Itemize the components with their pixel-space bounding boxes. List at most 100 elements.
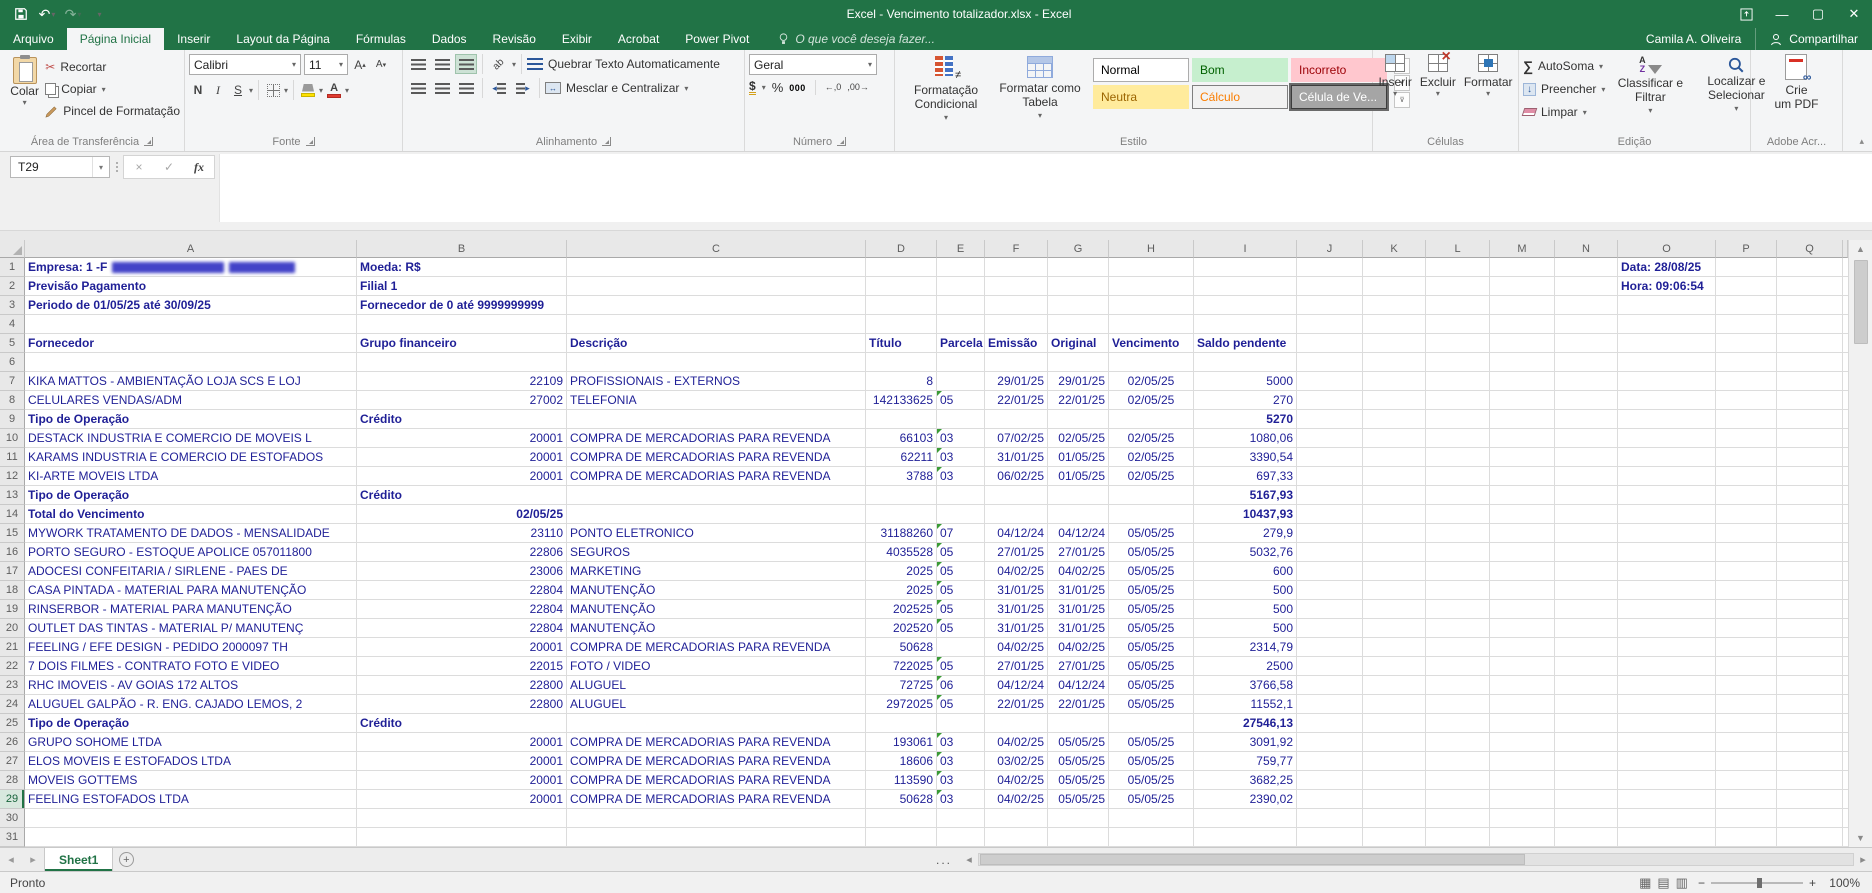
close-icon[interactable]: ✕ <box>1836 0 1872 28</box>
cell-L11[interactable] <box>1426 448 1490 467</box>
cell-A25[interactable]: Tipo de Operação <box>25 714 357 733</box>
cell-L26[interactable] <box>1426 733 1490 752</box>
cell-D4[interactable] <box>866 315 937 334</box>
cell-M18[interactable] <box>1490 581 1555 600</box>
cell-K30[interactable] <box>1363 809 1426 828</box>
cell-E12[interactable]: 03 <box>937 467 985 486</box>
horizontal-scrollbar-thumb[interactable] <box>980 854 1525 865</box>
cell-E11[interactable]: 03 <box>937 448 985 467</box>
cell-C4[interactable] <box>567 315 866 334</box>
cell-O4[interactable] <box>1618 315 1716 334</box>
cell-F11[interactable]: 31/01/25 <box>985 448 1048 467</box>
cell-C25[interactable] <box>567 714 866 733</box>
cell-O20[interactable] <box>1618 619 1716 638</box>
cell-Q15[interactable] <box>1777 524 1843 543</box>
cell-A10[interactable]: DESTACK INDUSTRIA E COMERCIO DE MOVEIS L <box>25 429 357 448</box>
cell-N5[interactable] <box>1555 334 1618 353</box>
cell-J14[interactable] <box>1297 505 1363 524</box>
cell-P31[interactable] <box>1716 828 1777 847</box>
cell-I16[interactable]: 5032,76 <box>1194 543 1297 562</box>
cell-E29[interactable]: 03 <box>937 790 985 809</box>
number-dialog-launcher-icon[interactable] <box>837 137 846 146</box>
cell-C6[interactable] <box>567 353 866 372</box>
cell-O22[interactable] <box>1618 657 1716 676</box>
cell-D11[interactable]: 62211 <box>866 448 937 467</box>
cell-L20[interactable] <box>1426 619 1490 638</box>
cell-F25[interactable] <box>985 714 1048 733</box>
cell-C27[interactable]: COMPRA DE MERCADORIAS PARA REVENDA <box>567 752 866 771</box>
row-header-19[interactable]: 19 <box>0 600 25 619</box>
row-header-1[interactable]: 1 <box>0 258 25 277</box>
cell-H29[interactable]: 05/05/25 <box>1109 790 1194 809</box>
cell-F5[interactable]: Emissão <box>985 334 1048 353</box>
row-header-16[interactable]: 16 <box>0 543 25 562</box>
scroll-left-icon[interactable]: ◂ <box>960 853 978 866</box>
cell-F10[interactable]: 07/02/25 <box>985 429 1048 448</box>
row-header-31[interactable]: 31 <box>0 828 25 847</box>
cell-Q13[interactable] <box>1777 486 1843 505</box>
cell-O29[interactable] <box>1618 790 1716 809</box>
cell-D26[interactable]: 193061 <box>866 733 937 752</box>
cell-E21[interactable] <box>937 638 985 657</box>
cell-K3[interactable] <box>1363 296 1426 315</box>
cell-E22[interactable]: 05 <box>937 657 985 676</box>
cell-G16[interactable]: 27/01/25 <box>1048 543 1109 562</box>
cell-P5[interactable] <box>1716 334 1777 353</box>
cell-C23[interactable]: ALUGUEL <box>567 676 866 695</box>
cell-P12[interactable] <box>1716 467 1777 486</box>
cell-L27[interactable] <box>1426 752 1490 771</box>
cell-N20[interactable] <box>1555 619 1618 638</box>
cell-K11[interactable] <box>1363 448 1426 467</box>
zoom-in-icon[interactable]: + <box>1809 876 1816 890</box>
cell-G27[interactable]: 05/05/25 <box>1048 752 1109 771</box>
cell-O18[interactable] <box>1618 581 1716 600</box>
cell-O12[interactable] <box>1618 467 1716 486</box>
enter-icon[interactable]: ✓ <box>154 160 184 174</box>
cell-J23[interactable] <box>1297 676 1363 695</box>
cell-N19[interactable] <box>1555 600 1618 619</box>
cell-D29[interactable]: 50628 <box>866 790 937 809</box>
autosum-button[interactable]: ∑AutoSoma▾ <box>1523 56 1605 76</box>
cell-F31[interactable] <box>985 828 1048 847</box>
cell-B14[interactable]: 02/05/25 <box>357 505 567 524</box>
cell-O10[interactable] <box>1618 429 1716 448</box>
cell-O11[interactable] <box>1618 448 1716 467</box>
cell-I3[interactable] <box>1194 296 1297 315</box>
cell-M28[interactable] <box>1490 771 1555 790</box>
cell-E6[interactable] <box>937 353 985 372</box>
cell-O17[interactable] <box>1618 562 1716 581</box>
format-painter-button[interactable]: Pincel de Formatação <box>45 101 180 121</box>
cell-O27[interactable] <box>1618 752 1716 771</box>
cell-O6[interactable] <box>1618 353 1716 372</box>
cell-E10[interactable]: 03 <box>937 429 985 448</box>
cell-D2[interactable] <box>866 277 937 296</box>
cell-D9[interactable] <box>866 410 937 429</box>
cell-L4[interactable] <box>1426 315 1490 334</box>
cell-D6[interactable] <box>866 353 937 372</box>
cell-G26[interactable]: 05/05/25 <box>1048 733 1109 752</box>
scroll-right-icon[interactable]: ▸ <box>1854 853 1872 866</box>
cell-N21[interactable] <box>1555 638 1618 657</box>
cell-H17[interactable]: 05/05/25 <box>1109 562 1194 581</box>
cell-N11[interactable] <box>1555 448 1618 467</box>
cell-K5[interactable] <box>1363 334 1426 353</box>
cell-B5[interactable]: Grupo financeiro <box>357 334 567 353</box>
cell-M26[interactable] <box>1490 733 1555 752</box>
cell-I19[interactable]: 500 <box>1194 600 1297 619</box>
cell-E26[interactable]: 03 <box>937 733 985 752</box>
view-page-break-icon[interactable]: ▥ <box>1676 875 1688 891</box>
cell-L6[interactable] <box>1426 353 1490 372</box>
tab-exibir[interactable]: Exibir <box>549 28 605 50</box>
cell-D7[interactable]: 8 <box>866 372 937 391</box>
decrease-indent-icon[interactable]: ◂ <box>488 78 510 98</box>
row-header-5[interactable]: 5 <box>0 334 25 353</box>
bold-button[interactable]: N <box>189 80 207 100</box>
cell-B17[interactable]: 23006 <box>357 562 567 581</box>
cell-A24[interactable]: ALUGUEL GALPÃO - R. ENG. CAJADO LEMOS, 2 <box>25 695 357 714</box>
cell-K31[interactable] <box>1363 828 1426 847</box>
cell-H16[interactable]: 05/05/25 <box>1109 543 1194 562</box>
cell-N6[interactable] <box>1555 353 1618 372</box>
cell-Q28[interactable] <box>1777 771 1843 790</box>
tab-pagina-inicial[interactable]: Página Inicial <box>67 28 164 50</box>
cell-Q26[interactable] <box>1777 733 1843 752</box>
